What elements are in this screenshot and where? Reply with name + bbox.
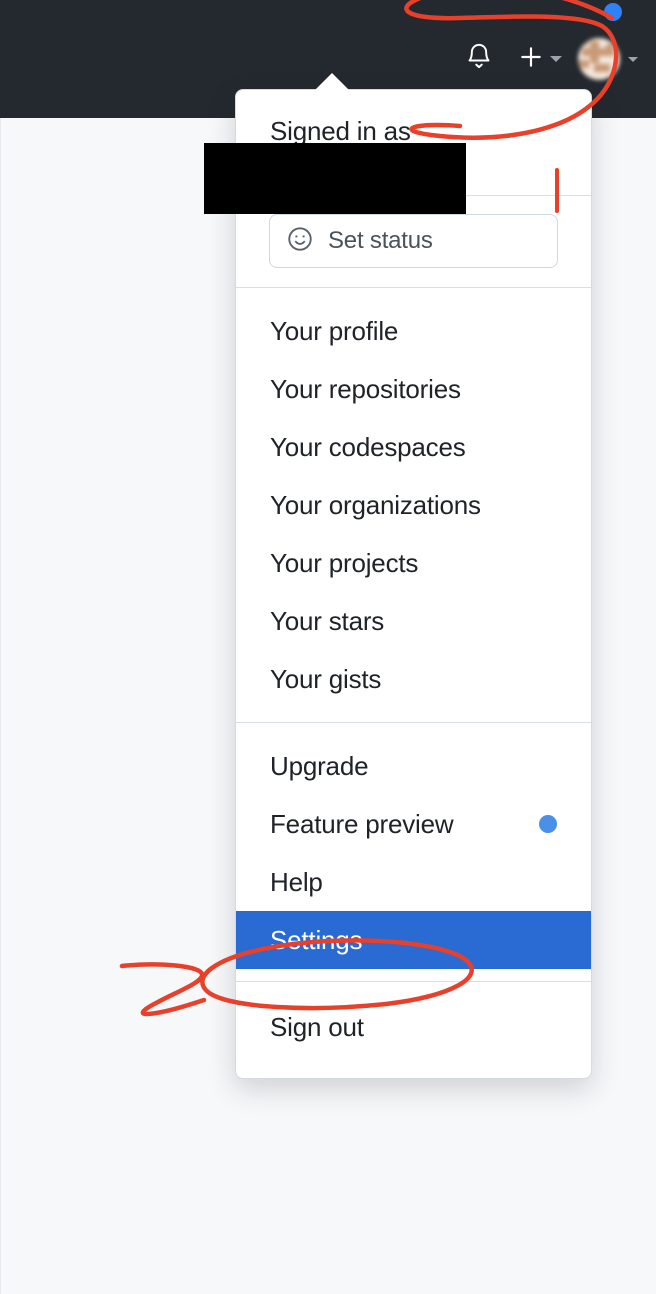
menu-item-label: Your repositories — [270, 373, 461, 404]
settings-arrow-annotation — [119, 962, 207, 1017]
set-status-label: Set status — [328, 227, 433, 255]
notifications-button[interactable] — [452, 32, 506, 86]
notification-indicator-dot — [604, 3, 622, 21]
user-avatar — [578, 38, 620, 80]
user-menu-button[interactable] — [578, 38, 638, 80]
menu-item-label: Your gists — [270, 663, 382, 694]
menu-item-upgrade[interactable]: Upgrade — [236, 737, 591, 795]
page-left-edge — [0, 118, 1, 1294]
menu-item-your-stars[interactable]: Your stars — [236, 592, 591, 650]
menu-item-label: Your projects — [270, 547, 419, 578]
menu-item-your-codespaces[interactable]: Your codespaces — [236, 418, 591, 476]
menu-item-label: Settings — [270, 924, 363, 955]
menu-item-label: Your codespaces — [270, 431, 466, 462]
feature-preview-new-dot — [539, 815, 557, 834]
plus-icon — [518, 44, 544, 75]
smiley-face-icon — [286, 225, 314, 258]
menu-item-settings[interactable]: Settings — [236, 911, 591, 970]
chevron-down-icon — [628, 56, 638, 62]
menu-item-help[interactable]: Help — [236, 853, 591, 911]
menu-item-label: Sign out — [270, 1011, 364, 1042]
menu-item-your-repositories[interactable]: Your repositories — [236, 360, 591, 418]
menu-item-your-gists[interactable]: Your gists — [236, 650, 591, 708]
menu-item-label: Feature preview — [270, 808, 454, 839]
menu-group-settings: Upgrade Feature preview Help Settings — [236, 723, 591, 981]
menu-item-your-projects[interactable]: Your projects — [236, 534, 591, 592]
menu-group-session: Sign out — [236, 982, 591, 1078]
menu-pointer-arrow — [315, 73, 349, 90]
menu-item-label: Your organizations — [270, 489, 481, 520]
menu-item-label: Help — [270, 866, 323, 897]
menu-item-feature-preview[interactable]: Feature preview — [236, 795, 591, 853]
menu-item-your-organizations[interactable]: Your organizations — [236, 476, 591, 534]
notifications-bell-icon — [465, 42, 493, 77]
menu-group-account: Your profile Your repositories Your code… — [236, 288, 591, 722]
menu-item-sign-out[interactable]: Sign out — [236, 998, 591, 1056]
menu-item-label: Your profile — [270, 315, 399, 346]
menu-item-label: Upgrade — [270, 750, 369, 781]
user-dropdown-menu: Signed in as Set status Your profile You… — [235, 89, 592, 1080]
create-new-button[interactable] — [512, 32, 568, 86]
menu-item-your-profile[interactable]: Your profile — [236, 302, 591, 360]
chevron-down-icon — [550, 56, 562, 62]
username-redaction-bar — [204, 143, 466, 214]
menu-item-label: Your stars — [270, 605, 385, 636]
set-status-button[interactable]: Set status — [269, 214, 558, 269]
